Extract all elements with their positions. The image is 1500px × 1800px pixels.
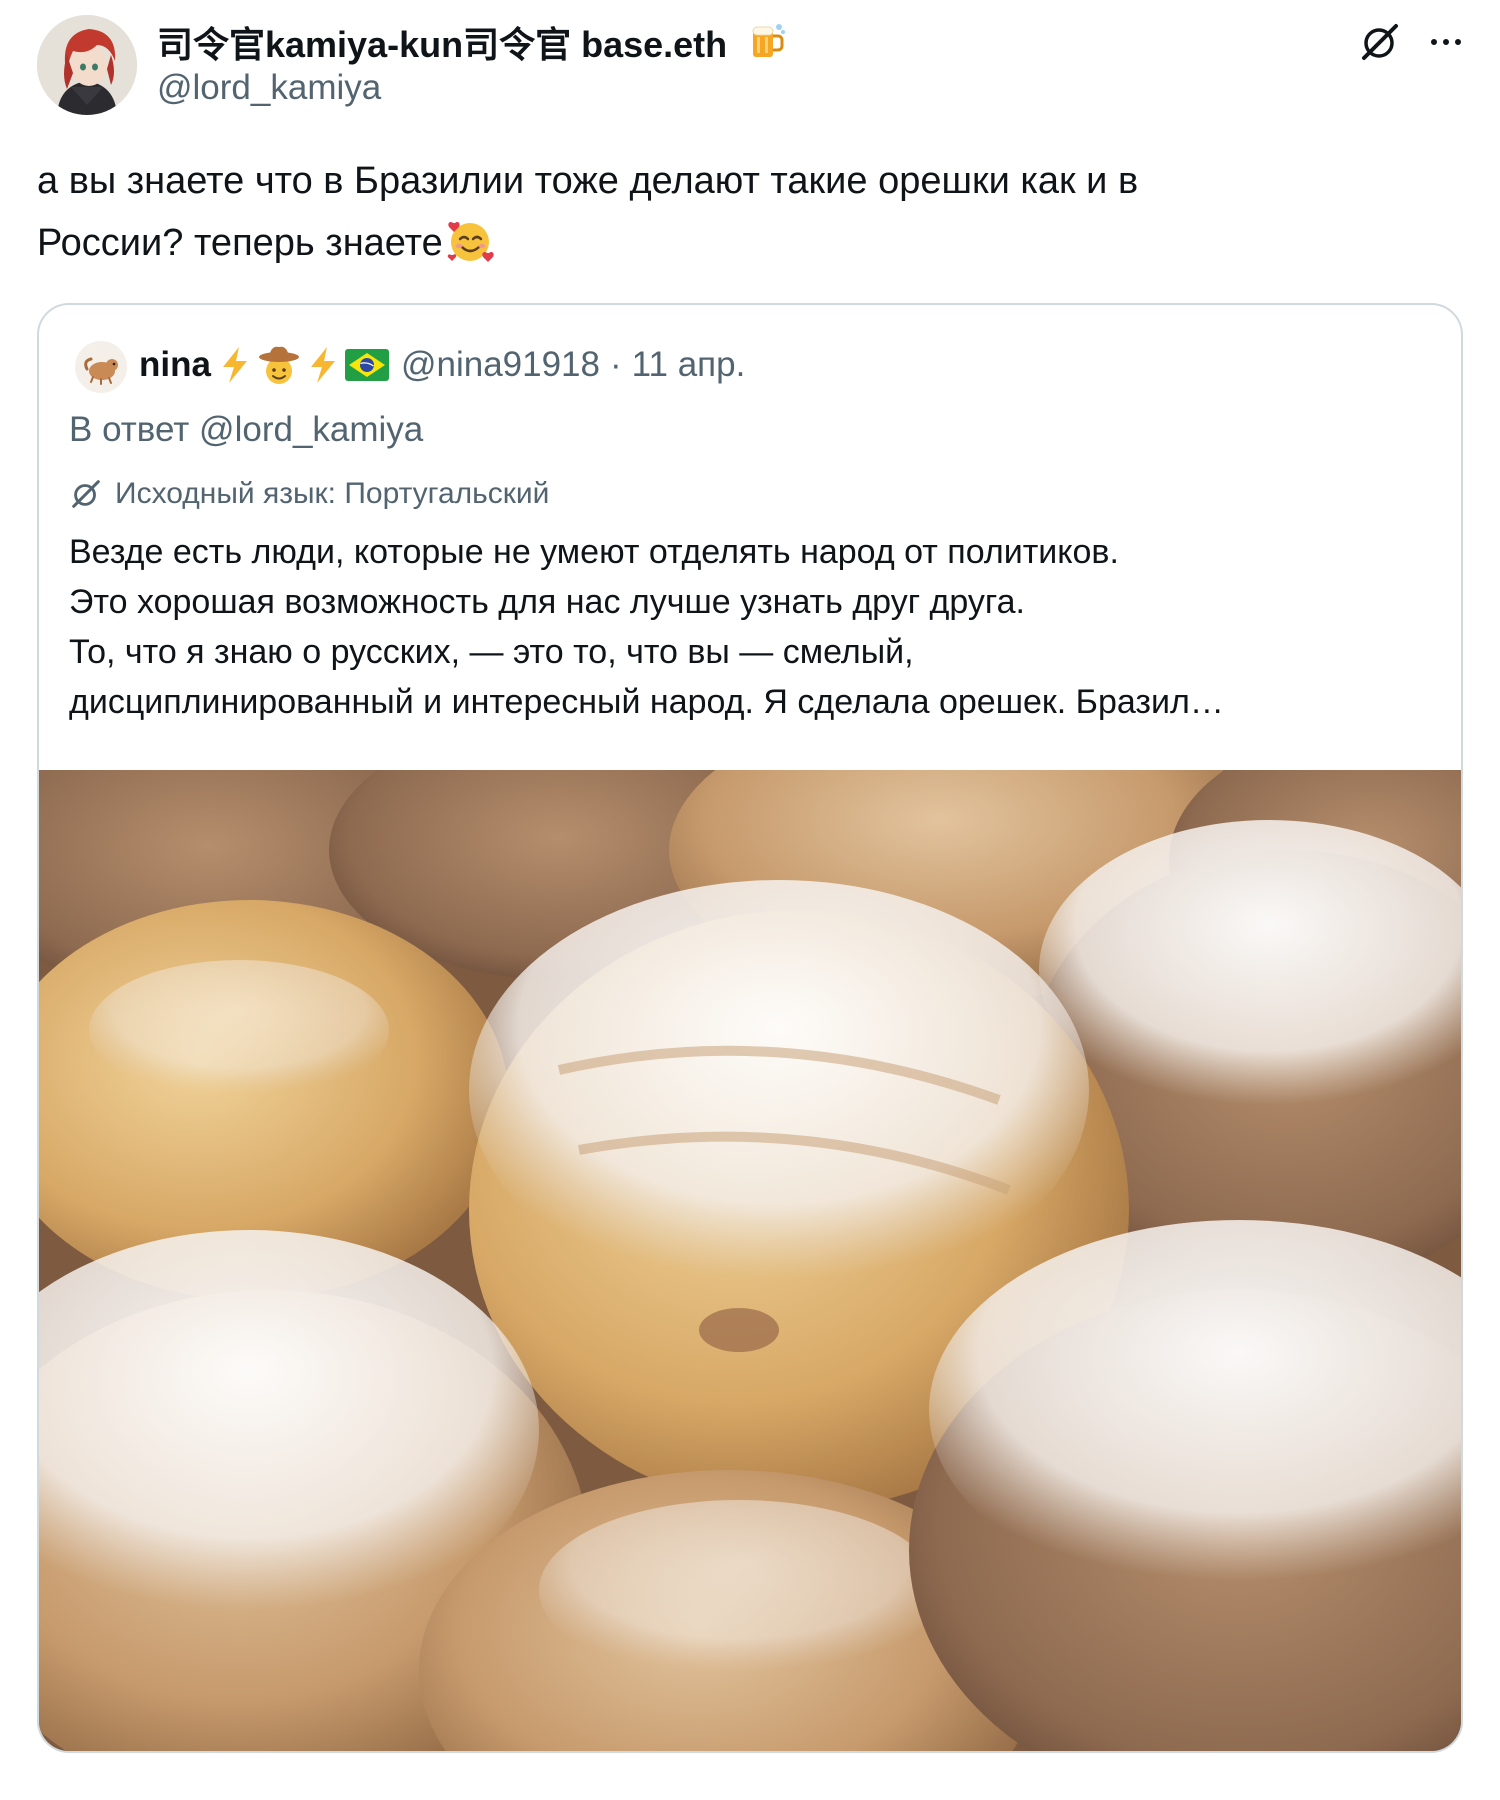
cookies-photo-illustration bbox=[39, 770, 1461, 1751]
tweet-text-line2: России? теперь знаете bbox=[37, 222, 443, 264]
more-icon[interactable] bbox=[1418, 14, 1474, 70]
quoted-author-emojis bbox=[215, 343, 391, 387]
lightning-emoji-icon bbox=[310, 347, 335, 383]
tweet: 司令官kamiya-kun司令官 base.eth @lord_kamiya а… bbox=[0, 0, 1500, 1800]
quoted-author-name[interactable]: nina bbox=[139, 345, 211, 385]
quoted-author-handle[interactable]: @nina91918 bbox=[401, 345, 600, 385]
beer-mug-icon bbox=[745, 19, 789, 63]
quoted-tweet-card[interactable]: nina @nina91918 · 11 апр. В ответ @lord_… bbox=[37, 303, 1463, 1753]
tweet-text: а вы знаете что в Бразилии тоже делают т… bbox=[37, 150, 1457, 274]
tweet-text-line: а вы знаете что в Бразилии тоже делают т… bbox=[37, 160, 1139, 202]
avatar-illustration bbox=[37, 15, 137, 115]
quoted-translation-label: Исходный язык: Португальский bbox=[115, 477, 550, 510]
quoted-reply-to: В ответ @lord_kamiya bbox=[69, 410, 424, 449]
quoted-body: Везде есть люди, которые не умеют отделя… bbox=[69, 527, 1439, 727]
quoted-body-line: Это хорошая возможность для нас лучше уз… bbox=[69, 583, 1025, 621]
quoted-body-line: дисциплинированный и интересный народ. Я… bbox=[69, 683, 1224, 721]
grok-icon[interactable] bbox=[1352, 14, 1408, 70]
tweet-text-line: России? теперь знаете bbox=[37, 212, 1457, 274]
author-avatar[interactable] bbox=[37, 15, 137, 115]
quoted-date[interactable]: 11 апр. bbox=[632, 345, 746, 385]
smiling-face-with-hearts-emoji-icon bbox=[445, 215, 495, 265]
author-display-name-text: 司令官kamiya-kun司令官 base.eth bbox=[157, 24, 728, 65]
quoted-separator: · bbox=[609, 345, 622, 384]
quoted-body-line: Везде есть люди, которые не умеют отделя… bbox=[69, 533, 1119, 571]
quoted-translation-note: Исходный язык: Португальский bbox=[69, 477, 549, 511]
grok-icon bbox=[72, 480, 100, 508]
quoted-body-line: То, что я знаю о русских, — это то, что … bbox=[69, 633, 914, 671]
quoted-media-photo[interactable] bbox=[39, 770, 1461, 1751]
cowboy-face-emoji-icon bbox=[258, 346, 299, 384]
author-display-name[interactable]: 司令官kamiya-kun司令官 base.eth bbox=[157, 16, 789, 68]
quoted-author-avatar[interactable] bbox=[75, 341, 127, 393]
brazil-flag-emoji-icon bbox=[344, 349, 389, 381]
lightning-emoji-icon bbox=[222, 347, 247, 383]
quoted-header: nina @nina91918 · 11 апр. bbox=[139, 343, 745, 387]
author-handle[interactable]: @lord_kamiya bbox=[157, 68, 381, 108]
